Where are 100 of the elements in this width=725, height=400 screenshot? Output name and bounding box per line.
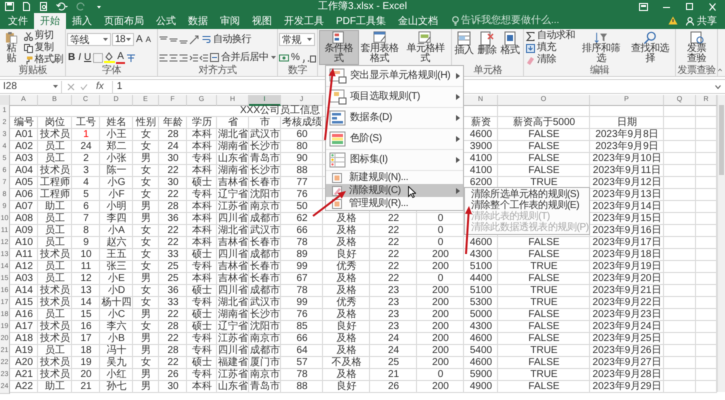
style-button[interactable]: 条件格式 [319,30,359,65]
ribbon-tab[interactable]: 文件 [2,13,34,29]
document-icon[interactable] [22,2,31,11]
ribbon-tab[interactable]: 公式 [150,13,182,29]
share-button[interactable]: 共享 [678,13,725,29]
table-cell-text: 2023年9月16日 [592,225,662,237]
clear-button[interactable]: 清除 [525,54,576,66]
ribbon-tab[interactable]: 插入 [66,13,98,29]
table-cell: 山东省 [217,381,249,394]
undo-icon[interactable] [56,2,68,11]
find-select-button[interactable]: 查找和选择 [626,30,674,65]
close-icon[interactable] [708,2,717,10]
menu-item[interactable]: 清除规则(C) [326,184,463,197]
collapse-ribbon-icon[interactable] [718,68,725,72]
table-cell-text: 36 [166,285,180,298]
menu-item[interactable]: 图标集(I) [326,150,463,171]
expand-icon[interactable] [715,84,721,88]
ribbon-tab[interactable]: 金山文档 [392,13,444,29]
menu-item[interactable]: 新建规则(N)... [326,171,463,184]
menu-item[interactable]: 清除所选单元格的规则(S) [465,189,589,200]
format-button[interactable]: 格式 [499,30,521,65]
table-cell-text: FALSE [527,165,561,178]
invoice-check-button[interactable]: 发票查验 [686,30,708,65]
fill-color-icon[interactable] [104,52,116,63]
menu-item[interactable]: 数据条(D) [326,108,463,129]
ribbon-tab[interactable]: PDF工具集 [330,13,392,29]
table-cell-text: 200 [431,249,450,262]
increase-font-button[interactable]: A [135,34,144,46]
align-icon[interactable] [159,52,168,62]
align-icon[interactable] [169,52,178,62]
style-button[interactable]: 单元格样式 [400,30,450,65]
menu-item[interactable]: 清除整个工作表的规则(E) [465,200,589,211]
table-cell-text: 小张 [106,153,128,165]
cut-button[interactable]: 剪切 [22,30,64,42]
font-name-dropdown[interactable]: 等线 [67,33,111,46]
decimal-icon[interactable] [306,52,316,62]
table-cell-text: 女 [140,321,152,333]
table-cell-text: 4300 [468,249,494,262]
table-cell-text: 2023年9月14日 [592,201,662,213]
insert-button[interactable]: 插入 [453,30,475,65]
table-cell-text: 22 [386,237,400,250]
currency-icon[interactable] [279,52,289,62]
font-size-dropdown[interactable]: 18 [112,33,134,46]
group-label: 发票查验 [677,66,716,76]
scrollbar[interactable] [717,95,725,392]
decrease-font-button[interactable]: A [144,34,152,46]
table-cell-text: TRUE [529,369,559,382]
table-cell-text: 专科 [191,153,213,164]
table-cell-text: 武汉市 [249,225,281,236]
table-cell-text: A22 [14,381,34,394]
bold-button[interactable]: B [67,52,76,64]
print-preview-icon[interactable] [39,2,48,11]
fill-button[interactable]: 填充 [525,42,576,54]
style-button[interactable]: 套用表格格式 [360,30,400,65]
percent-button[interactable]: % [290,52,301,64]
merge-center-button[interactable]: 合并后居中 [209,52,276,64]
table-cell-text: 专科 [191,345,213,356]
menu-item[interactable]: 项目选取规则(T) [326,87,463,108]
wrap-text-button[interactable]: 自动换行 [201,34,252,46]
indent-icon[interactable] [199,52,208,62]
format-painter-button[interactable]: 格式刷 [22,54,64,66]
table-cell-text: 硕士 [191,249,213,260]
insert-function-button[interactable]: fx [93,81,107,92]
table-cell-text: 22 [166,333,180,346]
table-cell-text: 本科 [191,225,213,236]
save-icon[interactable] [5,2,14,11]
ribbon-tab[interactable]: 视图 [246,13,278,29]
ribbon-tab[interactable]: 开始 [34,13,66,29]
name-box[interactable]: I28 [0,80,62,92]
ribbon-display-icon[interactable] [639,2,648,10]
border-icon[interactable] [93,52,104,62]
indent-icon[interactable] [189,52,198,62]
ribbon-tab[interactable]: 数据 [182,13,214,29]
underline-button[interactable]: U [83,52,92,64]
menu-item[interactable]: 管理规则(R)... [326,197,463,210]
ribbon-tab[interactable]: 审阅 [214,13,246,29]
menu-item[interactable]: 色阶(S) [326,129,463,150]
align-icon[interactable] [179,52,188,62]
sort-filter-button[interactable]: 排序和筛选 [577,30,625,65]
orientation-icon[interactable] [189,34,200,44]
ribbon-tab[interactable]: 页面布局 [98,13,150,29]
caret-icon [270,56,276,60]
font-color-button[interactable]: A [116,52,125,64]
maximize-icon[interactable] [685,2,694,10]
autosum-button[interactable]: 自动求和 [525,30,576,42]
table-cell-text: 2023年9月10日 [592,153,662,165]
number-format-dropdown[interactable]: 常规 [279,33,315,46]
table-cell-text: FALSE [527,141,561,154]
italic-button[interactable]: I [77,52,82,64]
phonetic-icon[interactable] [126,52,136,62]
copy-button[interactable]: 复制 [22,42,64,54]
sort-filter-icon [593,31,609,44]
menu-item[interactable]: 突出显示单元格规则(H) [326,66,463,87]
ribbon-tab[interactable]: 开发工具 [278,13,330,29]
table-cell-text: 本科 [191,213,213,224]
table-cell-text: 2023年9月8日 [594,129,660,141]
table-cell-text: 南京市 [249,201,281,212]
search-field[interactable]: 告诉我您想要做什么... [461,13,579,29]
paste-button[interactable]: 粘贴 [1,30,22,65]
delete-button[interactable]: 删除 [476,30,498,65]
